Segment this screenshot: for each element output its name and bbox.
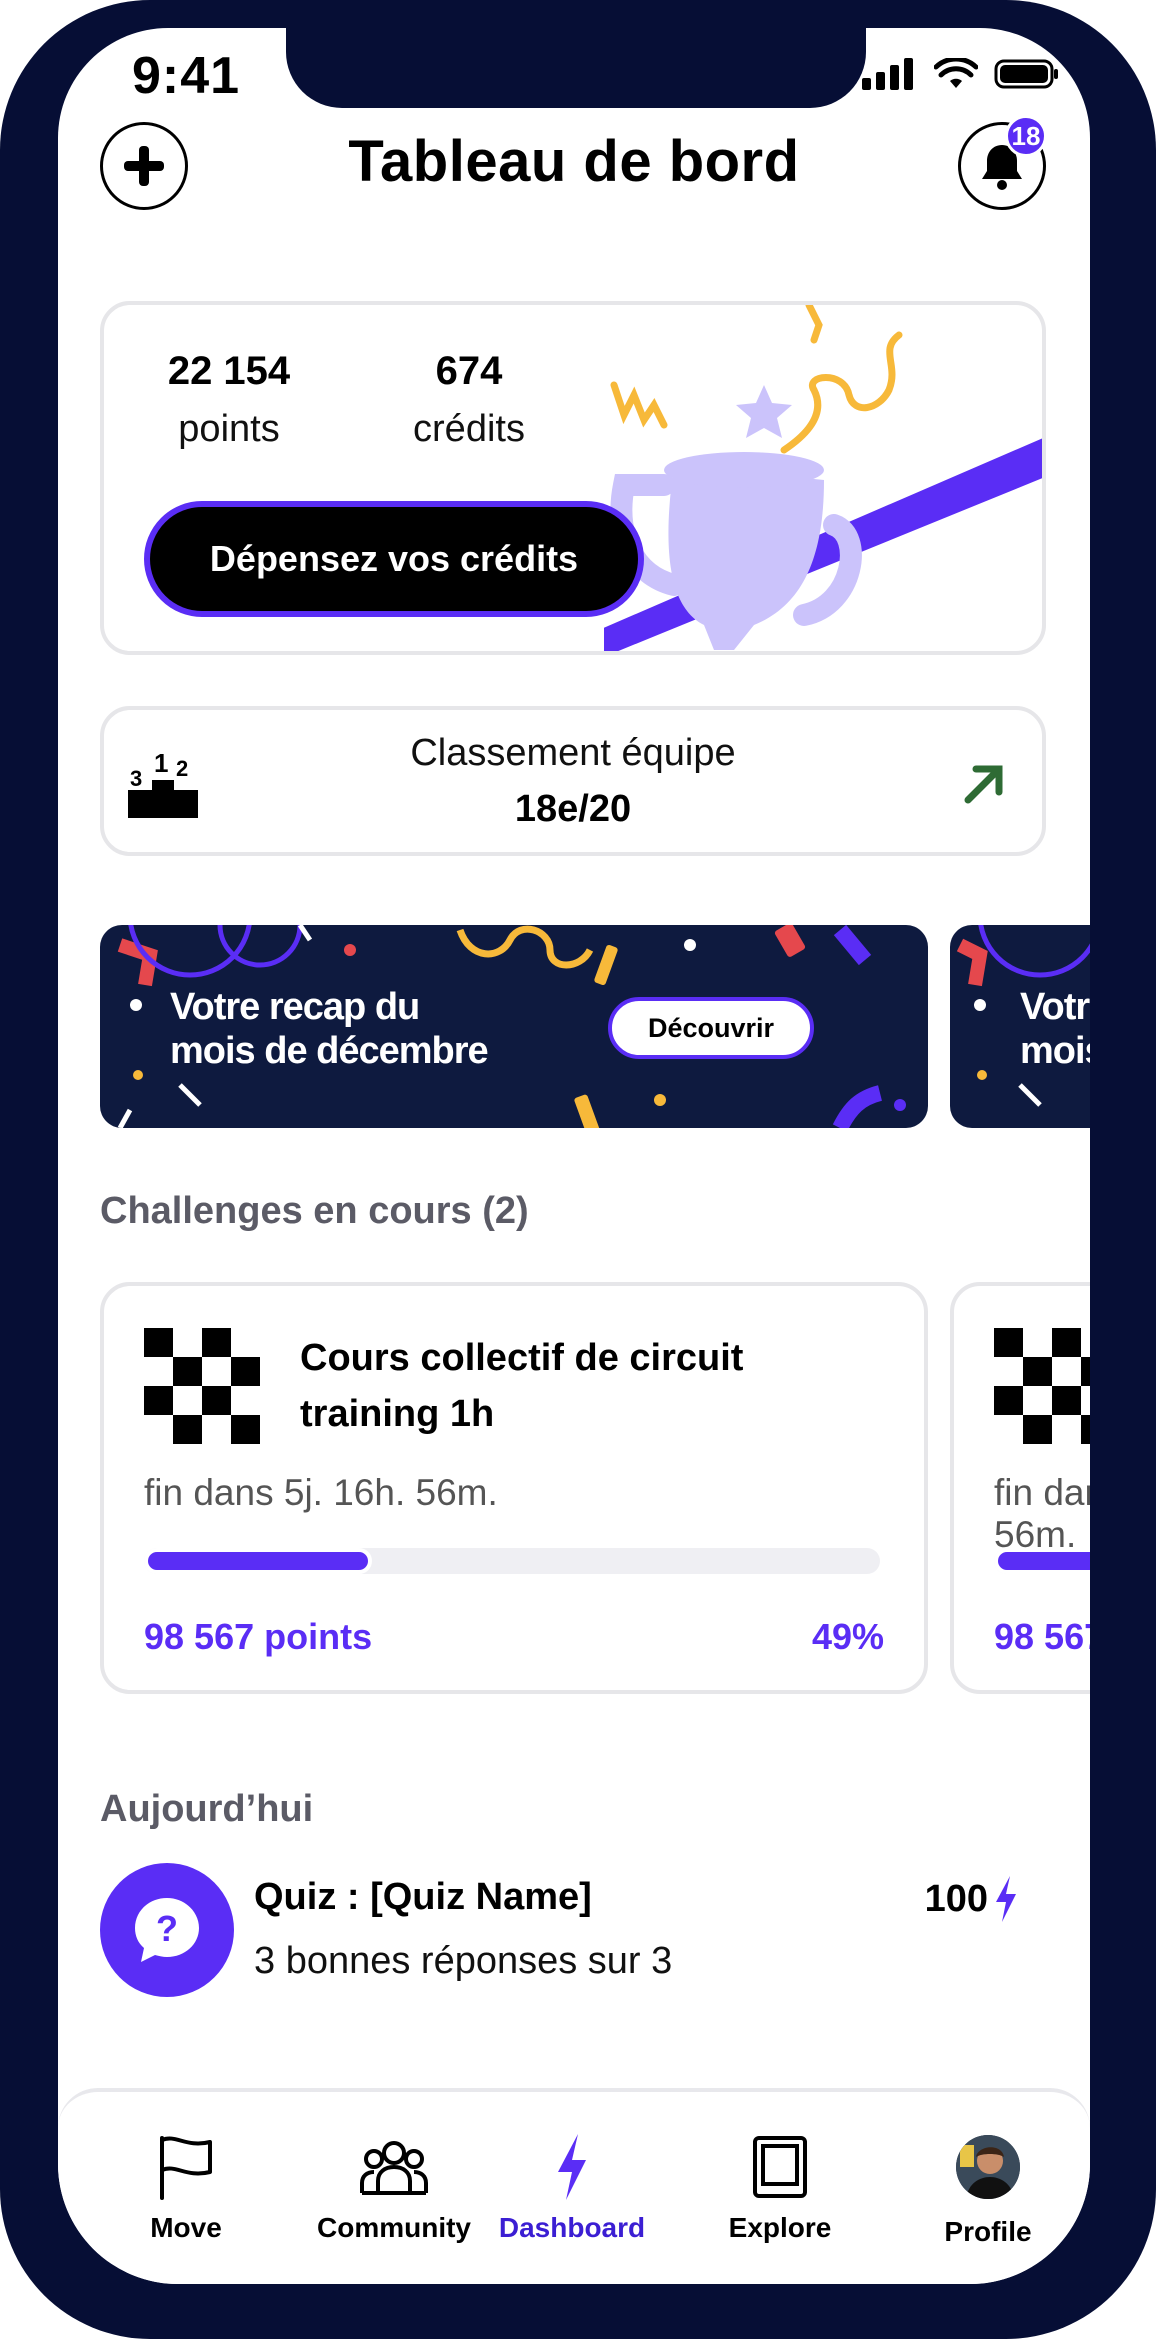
quiz-score: 100 [925, 1876, 1018, 1922]
tab-bar: Move Community Dashboard Explore Profile [58, 2088, 1090, 2284]
notification-badge: 18 [1005, 115, 1047, 157]
points-stat: 22 154 points [144, 349, 314, 451]
battery-icon [994, 59, 1058, 89]
recap-banner-next[interactable]: Votre recap du mois de décembre [950, 925, 1090, 1128]
trophy-illustration [604, 305, 1042, 651]
svg-text:?: ? [156, 1908, 178, 1949]
bolt-icon [558, 2134, 586, 2200]
tab-profile[interactable]: Profile [898, 2132, 1078, 2248]
people-icon [360, 2141, 428, 2195]
ranking-label: Classement équipe [410, 732, 736, 774]
quiz-result: 3 bonnes réponses sur 3 [254, 1940, 673, 1982]
tab-explore-label: Explore [728, 2212, 832, 2243]
challenge-deadline: fin dans 5j. 16h. 56m. [144, 1472, 498, 1513]
arrow-up-right-icon [964, 765, 1003, 804]
credits-stat: 674 crédits [394, 349, 544, 451]
challenge-points: 98 567 points [144, 1616, 373, 1657]
quiz-title: Quiz : [Quiz Name] [254, 1876, 592, 1918]
tab-explore[interactable]: Explore [690, 2132, 870, 2244]
tab-move[interactable]: Move [96, 2132, 276, 2244]
recap-banner-line2: mois de décembre [170, 1030, 489, 1072]
notch [286, 28, 866, 108]
points-label: points [178, 408, 280, 450]
tab-profile-label: Profile [944, 2216, 1032, 2247]
challenge-card-next[interactable]: fin dans 5j. 16h. 56m. 98 567 points [950, 1282, 1090, 1694]
challenge-progress-bar [994, 1548, 1090, 1574]
wifi-icon [934, 58, 978, 88]
recap-banner-line1: Votre recap du [1020, 986, 1090, 1028]
tab-dashboard[interactable]: Dashboard [482, 2132, 662, 2244]
points-card: 22 154 points 674 crédits Dépensez vos c… [100, 301, 1046, 655]
device-frame: 9:41 Tableau de bord 18 22 154 points 67… [0, 0, 1156, 2339]
recap-banner-line2: mois de décembre [1020, 1030, 1090, 1072]
avatar [956, 2135, 1020, 2199]
tab-move-label: Move [150, 2212, 222, 2243]
checkered-flag-icon [994, 1328, 1090, 1444]
challenge-card[interactable]: Cours collectif de circuit training 1h f… [100, 1282, 928, 1694]
challenge-points: 98 567 points [994, 1616, 1090, 1657]
page-title: Tableau de bord [348, 129, 800, 194]
challenge-progress-fill [144, 1548, 373, 1574]
recap-banner-text: Votre recap du mois de décembre [170, 985, 489, 1073]
recap-banner-line1: Votre recap du [170, 986, 420, 1028]
challenge-progress-fill [994, 1548, 1090, 1574]
discover-button[interactable]: Découvrir [608, 997, 814, 1059]
notifications-button[interactable]: 18 [958, 115, 1047, 210]
flag-icon [160, 2136, 212, 2200]
points-value: 22 154 [167, 349, 291, 393]
challenge-progress-bar [144, 1548, 880, 1574]
tab-community[interactable]: Community [304, 2132, 484, 2244]
bolt-icon [996, 1876, 1016, 1922]
spend-credits-button[interactable]: Dépensez vos crédits [144, 501, 644, 617]
tablet-icon [753, 2136, 807, 2198]
quiz-score-value: 100 [924, 1877, 988, 1920]
recap-banner[interactable]: Votre recap du mois de décembre Découvri… [100, 925, 928, 1128]
credits-value: 674 [435, 349, 503, 393]
tab-community-label: Community [317, 2212, 471, 2243]
checkered-flag-icon [144, 1328, 260, 1444]
today-section-title: Aujourd’hui [100, 1788, 314, 1830]
recap-banner-text: Votre recap du mois de décembre [1020, 985, 1090, 1073]
ranking-value: 18e/20 [514, 788, 632, 830]
challenges-section-title: Challenges en cours (2) [100, 1190, 529, 1232]
challenge-title: Cours collectif de circuit training 1h [300, 1337, 744, 1435]
status-icons [862, 58, 1060, 90]
credits-label: crédits [413, 408, 525, 450]
quiz-icon[interactable]: ? [100, 1863, 234, 1997]
tab-dashboard-label: Dashboard [498, 2212, 646, 2243]
challenge-percent: 49% [811, 1616, 884, 1657]
status-time: 9:41 [132, 47, 241, 105]
challenge-deadline: fin dans 5j. 16h. 56m. [994, 1472, 1090, 1555]
avatar-photo [956, 2135, 1020, 2199]
question-bubble-icon: ? [135, 1898, 199, 1962]
signal-icon [862, 58, 913, 90]
team-ranking-card[interactable]: 1 3 2 Classement équipe 18e/20 [100, 706, 1046, 856]
screen: 9:41 Tableau de bord 18 22 154 points 67… [58, 28, 1090, 2284]
